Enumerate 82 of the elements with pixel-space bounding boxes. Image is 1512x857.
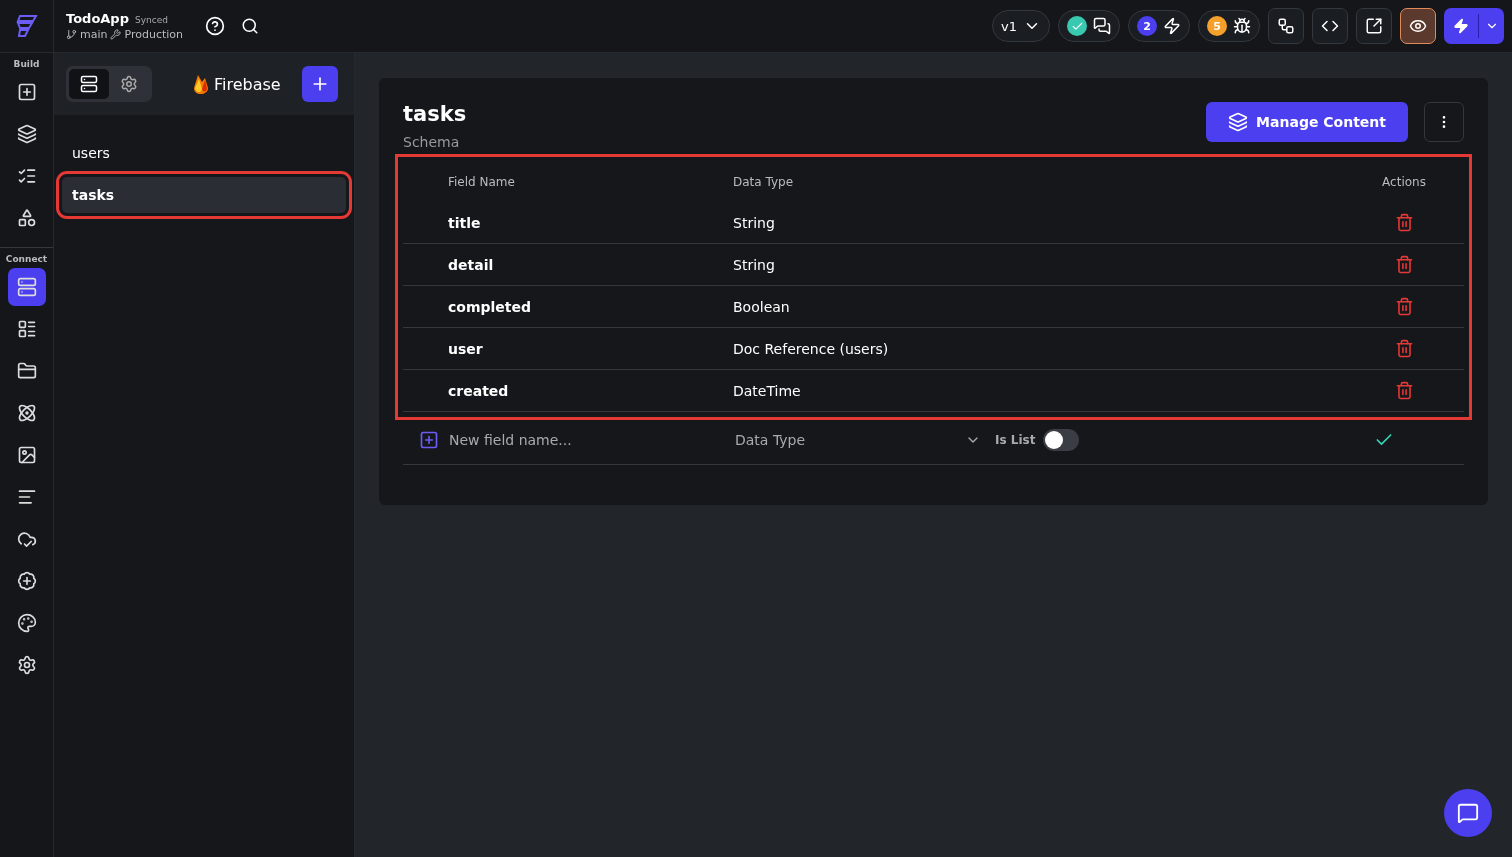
field-type: String: [733, 214, 775, 231]
code-button[interactable]: [1312, 8, 1348, 44]
search-icon: [241, 17, 259, 35]
database-tab[interactable]: [69, 69, 109, 99]
add-widget-icon: [16, 82, 37, 102]
add-field-icon: [419, 430, 439, 450]
palette-icon: [16, 613, 37, 633]
nav-button[interactable]: [7, 268, 46, 306]
status-pill[interactable]: [1058, 10, 1120, 42]
delete-button[interactable]: [1394, 339, 1414, 358]
eye-icon: [1409, 17, 1427, 35]
external-link-icon: [1365, 17, 1383, 35]
chat-icon: [1457, 802, 1479, 824]
count-badge: 5: [1207, 16, 1227, 36]
data-type-dropdown[interactable]: Data Type: [735, 432, 981, 448]
align-left-icon: [16, 487, 37, 507]
database-icon: [80, 75, 98, 93]
badge-plus-icon: [16, 571, 37, 591]
bug-icon: [1233, 17, 1251, 35]
help-icon: [205, 16, 225, 36]
branch-name[interactable]: main: [80, 28, 108, 41]
wrench-icon: [110, 29, 122, 40]
delete-button[interactable]: [1394, 255, 1414, 274]
branch-icon: [66, 29, 77, 40]
list-icon: [16, 166, 37, 186]
field-name: detail: [448, 256, 494, 273]
trash-icon: [1394, 255, 1414, 274]
new-field-input[interactable]: New field name...: [447, 431, 711, 449]
sync-status: Synced: [135, 15, 168, 25]
image-icon: [16, 445, 37, 465]
preview-button[interactable]: [1400, 8, 1436, 44]
column-header: Data Type: [733, 175, 794, 189]
trash-icon: [1394, 297, 1414, 316]
field-name: completed: [448, 298, 532, 315]
delete-button[interactable]: [1394, 213, 1414, 232]
shapes-icon: [16, 208, 37, 228]
column-header: Field Name: [447, 175, 515, 189]
layers-icon: [16, 124, 37, 144]
collection-title: tasks: [403, 102, 467, 126]
chat-icon: [1093, 17, 1111, 35]
section-subtitle: Schema: [403, 134, 461, 150]
trash-icon: [1394, 381, 1414, 400]
settings-icon: [16, 655, 37, 675]
add-collection-button[interactable]: [302, 66, 338, 102]
environment-name[interactable]: Production: [124, 28, 183, 41]
lightning-icon: [1453, 18, 1469, 34]
external-link-button[interactable]: [1356, 8, 1392, 44]
field-name: title: [448, 214, 481, 231]
cloud-icon: [16, 529, 37, 549]
is-list-label: Is List: [995, 433, 1036, 447]
field-name: created: [448, 382, 509, 399]
field-type: Boolean: [733, 298, 790, 315]
status-pill[interactable]: 2: [1128, 10, 1190, 42]
atom-icon: [16, 403, 37, 423]
trash-icon: [1394, 339, 1414, 358]
field-type: Doc Reference (users): [733, 340, 889, 357]
rail-section-label: Build: [13, 59, 40, 69]
project-name: TodoApp: [66, 11, 129, 26]
field-type: String: [733, 256, 775, 273]
check-icon: [1067, 16, 1087, 36]
lightning-icon: [1163, 17, 1181, 35]
settings-icon: [120, 75, 138, 93]
provider-name: Firebase: [214, 74, 281, 94]
trash-icon: [1394, 213, 1414, 232]
field-name: user: [448, 340, 483, 357]
is-list-toggle[interactable]: [1043, 429, 1080, 451]
manage-content-button[interactable]: Manage Content: [1206, 102, 1408, 142]
column-header: Actions: [1382, 175, 1426, 189]
list-layout-icon: [16, 319, 37, 339]
delete-button[interactable]: [1394, 297, 1414, 316]
branch-button[interactable]: [1268, 8, 1304, 44]
database-icon: [16, 277, 37, 297]
rail-section-label: Connect: [5, 254, 48, 264]
folder-icon: [16, 361, 37, 381]
delete-button[interactable]: [1394, 381, 1414, 400]
count-badge: 2: [1137, 16, 1157, 36]
field-type: DateTime: [733, 382, 801, 399]
branch-icon: [1277, 17, 1295, 35]
collection-item[interactable]: users: [62, 135, 346, 171]
layers-icon: [1228, 112, 1249, 132]
version-dropdown[interactable]: v1: [992, 10, 1050, 42]
flame-icon: [192, 73, 210, 95]
